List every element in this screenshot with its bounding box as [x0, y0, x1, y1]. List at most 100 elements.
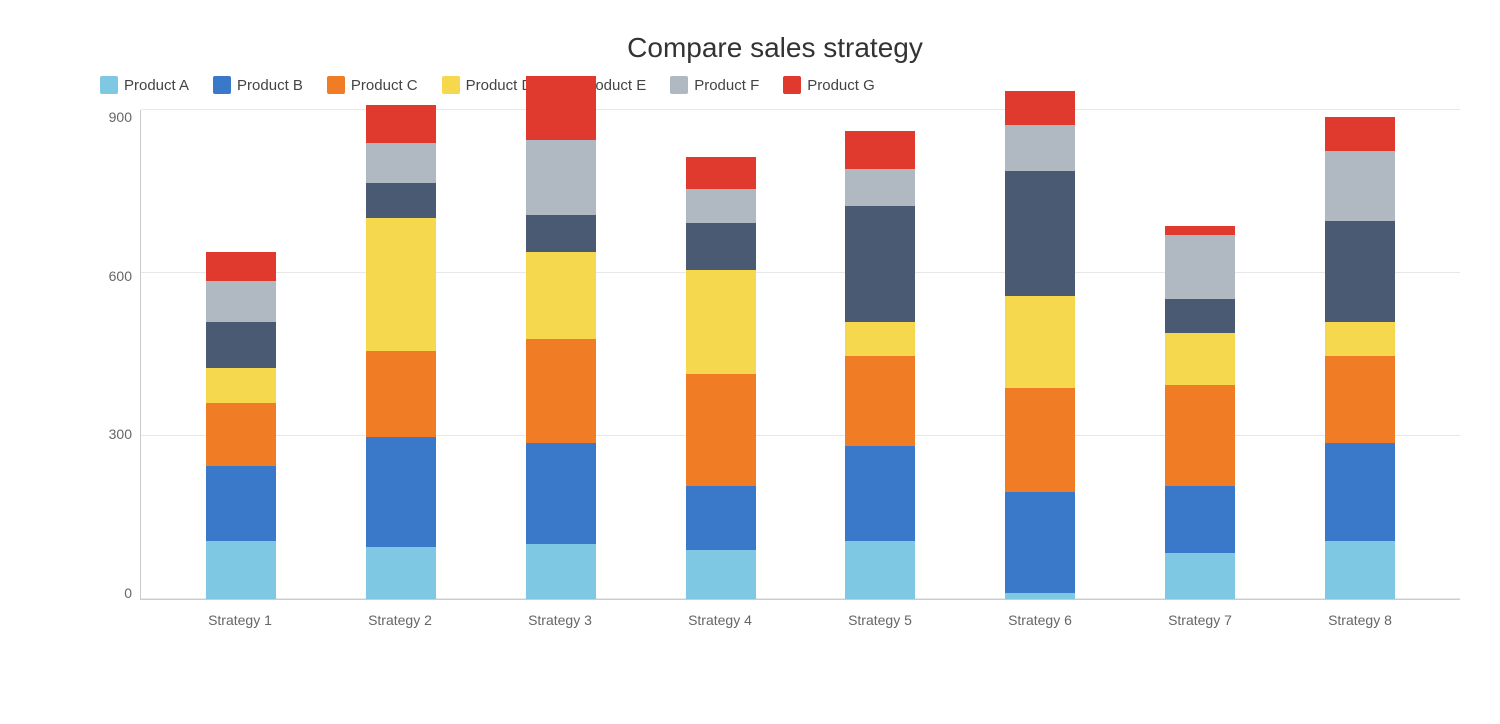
segment-e-4: [686, 223, 756, 269]
segment-e-3: [526, 215, 596, 253]
segment-a-6: [1005, 593, 1075, 599]
bar-group-2: [361, 105, 441, 599]
segment-d-8: [1325, 322, 1395, 357]
segment-a-3: [526, 544, 596, 599]
bar-group-1: [201, 252, 281, 599]
legend-item-c: Product C: [327, 76, 418, 94]
legend-item-a: Product A: [100, 76, 189, 94]
segment-b-5: [845, 446, 915, 541]
bar-group-4: [681, 157, 761, 599]
x-label-6: Strategy 6: [1000, 612, 1080, 628]
legend-item-d: Product D: [442, 76, 533, 94]
segment-d-3: [526, 252, 596, 339]
segment-f-6: [1005, 125, 1075, 171]
stacked-bar-1: [206, 252, 276, 599]
stacked-bar-7: [1165, 226, 1235, 599]
segment-f-3: [526, 140, 596, 215]
bar-group-5: [840, 131, 920, 599]
stacked-bar-8: [1325, 117, 1395, 599]
grid-and-bars: [140, 110, 1460, 600]
segment-c-6: [1005, 388, 1075, 492]
segment-a-4: [686, 550, 756, 599]
segment-e-2: [366, 183, 436, 218]
segment-f-4: [686, 189, 756, 224]
segment-b-4: [686, 486, 756, 550]
segment-d-6: [1005, 296, 1075, 388]
stacked-bar-2: [366, 105, 436, 599]
bar-group-3: [521, 76, 601, 599]
segment-d-7: [1165, 333, 1235, 385]
segment-g-5: [845, 131, 915, 169]
segment-b-2: [366, 437, 436, 547]
legend-color-a: [100, 76, 118, 94]
segment-a-7: [1165, 553, 1235, 599]
segment-e-5: [845, 206, 915, 322]
segment-b-7: [1165, 486, 1235, 552]
legend-color-f: [670, 76, 688, 94]
segment-c-8: [1325, 356, 1395, 443]
segment-g-2: [366, 105, 436, 143]
legend-label-c: Product C: [351, 77, 418, 94]
segment-c-1: [206, 403, 276, 467]
segment-f-8: [1325, 151, 1395, 220]
segment-f-7: [1165, 235, 1235, 299]
segment-g-8: [1325, 117, 1395, 152]
x-label-4: Strategy 4: [680, 612, 760, 628]
y-axis: 0 300 600 900: [90, 110, 140, 600]
y-label-600: 600: [109, 269, 132, 283]
legend-item-b: Product B: [213, 76, 303, 94]
segment-e-8: [1325, 221, 1395, 322]
segment-g-4: [686, 157, 756, 189]
x-labels: Strategy 1Strategy 2Strategy 3Strategy 4…: [140, 600, 1460, 640]
stacked-bar-3: [526, 76, 596, 599]
segment-c-5: [845, 356, 915, 446]
segment-b-1: [206, 466, 276, 541]
legend-label-f: Product F: [694, 77, 759, 94]
legend-color-b: [213, 76, 231, 94]
y-label-900: 900: [109, 110, 132, 124]
segment-g-6: [1005, 91, 1075, 126]
segment-b-3: [526, 443, 596, 544]
legend-item-f: Product F: [670, 76, 759, 94]
stacked-bar-5: [845, 131, 915, 599]
segment-f-1: [206, 281, 276, 321]
segment-c-3: [526, 339, 596, 443]
x-label-8: Strategy 8: [1320, 612, 1400, 628]
x-label-1: Strategy 1: [200, 612, 280, 628]
legend-label-g: Product G: [807, 77, 875, 94]
chart-title: Compare sales strategy: [90, 32, 1460, 64]
bars-area: [141, 110, 1460, 599]
bar-group-7: [1160, 226, 1240, 599]
legend-item-g: Product G: [783, 76, 875, 94]
chart-container: Compare sales strategy Product AProduct …: [10, 12, 1490, 712]
segment-d-4: [686, 270, 756, 374]
segment-g-3: [526, 76, 596, 140]
bar-group-6: [1000, 91, 1080, 599]
x-label-2: Strategy 2: [360, 612, 440, 628]
segment-a-8: [1325, 541, 1395, 599]
legend-color-c: [327, 76, 345, 94]
segment-e-6: [1005, 171, 1075, 295]
chart-area: 0 300 600 900 Strategy 1 Strategy 2 Strategy …: [90, 110, 1460, 640]
segment-e-7: [1165, 299, 1235, 334]
stacked-bar-6: [1005, 91, 1075, 599]
bar-group-8: [1320, 117, 1400, 599]
y-label-300: 300: [109, 427, 132, 441]
segment-a-1: [206, 541, 276, 599]
legend: Product A Product B Product C Product D Prod…: [90, 76, 1460, 94]
segment-d-5: [845, 322, 915, 357]
x-label-5: Strategy 5: [840, 612, 920, 628]
legend-color-g: [783, 76, 801, 94]
segment-d-1: [206, 368, 276, 403]
segment-c-4: [686, 374, 756, 487]
segment-b-8: [1325, 443, 1395, 541]
legend-label-b: Product B: [237, 77, 303, 94]
segment-f-2: [366, 143, 436, 183]
stacked-bar-4: [686, 157, 756, 599]
legend-label-a: Product A: [124, 77, 189, 94]
segment-a-5: [845, 541, 915, 599]
y-label-0: 0: [124, 586, 132, 600]
x-label-7: Strategy 7: [1160, 612, 1240, 628]
segment-g-1: [206, 252, 276, 281]
segment-c-7: [1165, 385, 1235, 486]
